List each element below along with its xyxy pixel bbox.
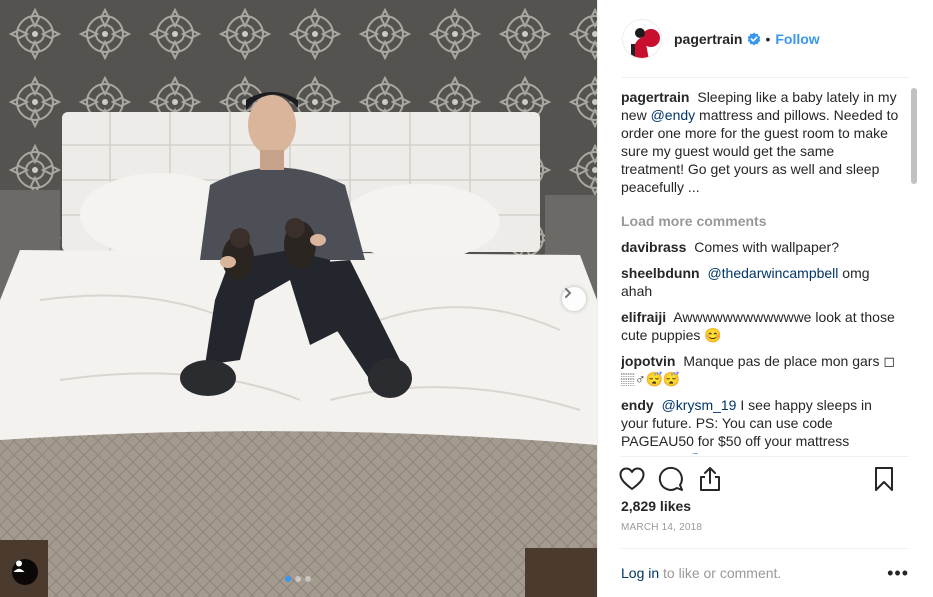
- comment-text: Comes with wallpaper?: [694, 239, 839, 255]
- save-button[interactable]: [870, 465, 898, 493]
- list-item: jopotvin Manque pas de place mon gars ◻🏽…: [621, 352, 899, 388]
- follow-button[interactable]: Follow: [775, 31, 819, 47]
- next-photo-button[interactable]: [562, 287, 586, 311]
- share-icon: [700, 466, 720, 491]
- comment-mention[interactable]: @thedarwincampbell: [707, 265, 838, 281]
- carousel-dot: [285, 576, 291, 582]
- carousel-dot: [305, 576, 311, 582]
- user-tag-icon: [13, 560, 25, 572]
- caption-username[interactable]: pagertrain: [621, 89, 689, 105]
- scrollbar-thumb[interactable]: [911, 88, 917, 184]
- list-item: elifraiji Awwwwwwwwwwwwe look at those c…: [621, 308, 899, 344]
- comment-mention[interactable]: @krysm_19: [662, 397, 737, 413]
- carousel-indicator: [285, 576, 311, 582]
- comments-scrollbar[interactable]: [910, 86, 918, 452]
- avatar[interactable]: [622, 18, 662, 59]
- tagged-users-button[interactable]: [12, 559, 38, 585]
- like-count[interactable]: 2,829 likes: [621, 498, 691, 514]
- comment-username[interactable]: elifraiji: [621, 309, 666, 325]
- list-item: sheelbdunn @thedarwincampbell omg ahah: [621, 264, 899, 300]
- post-photo[interactable]: [0, 0, 597, 597]
- comment-button[interactable]: [657, 465, 685, 493]
- verified-icon: [747, 32, 761, 46]
- comment-username[interactable]: sheelbdunn: [621, 265, 700, 281]
- list-item: endy @krysm_19 I see happy sleeps in you…: [621, 396, 899, 454]
- list-item: davibrass Comes with wallpaper?: [621, 238, 899, 256]
- comment-username[interactable]: davibrass: [621, 239, 686, 255]
- post-actions: [618, 456, 909, 500]
- carousel-dot: [295, 576, 301, 582]
- login-prompt-rest: to like or comment.: [659, 565, 782, 581]
- bed-photo-illustration: [0, 0, 597, 597]
- comment-icon: [658, 466, 683, 491]
- post-caption: pagertrain Sleeping like a baby lately i…: [621, 88, 899, 196]
- comment-username[interactable]: endy: [621, 397, 654, 413]
- more-options-button[interactable]: •••: [887, 564, 909, 582]
- chevron-right-icon: [565, 288, 572, 298]
- post-date[interactable]: MARCH 14, 2018: [621, 522, 702, 533]
- like-button[interactable]: [618, 465, 646, 493]
- login-link[interactable]: Log in: [621, 565, 659, 581]
- login-bar: Log in to like or comment. •••: [621, 548, 909, 597]
- post-header: pagertrain • Follow: [622, 0, 909, 78]
- load-more-comments-button[interactable]: Load more comments: [621, 212, 899, 230]
- share-button[interactable]: [696, 465, 724, 493]
- heart-icon: [619, 467, 645, 490]
- login-prompt: Log in to like or comment.: [621, 565, 781, 581]
- comment-text: I see happy sleeps in your future. PS: Y…: [621, 397, 872, 454]
- header-username[interactable]: pagertrain: [674, 31, 742, 47]
- comments-list: pagertrain Sleeping like a baby lately i…: [621, 88, 899, 454]
- caption-mention[interactable]: @endy: [651, 107, 696, 123]
- comment-username[interactable]: jopotvin: [621, 353, 675, 369]
- bookmark-icon: [875, 467, 893, 491]
- separator-bullet: •: [765, 30, 771, 47]
